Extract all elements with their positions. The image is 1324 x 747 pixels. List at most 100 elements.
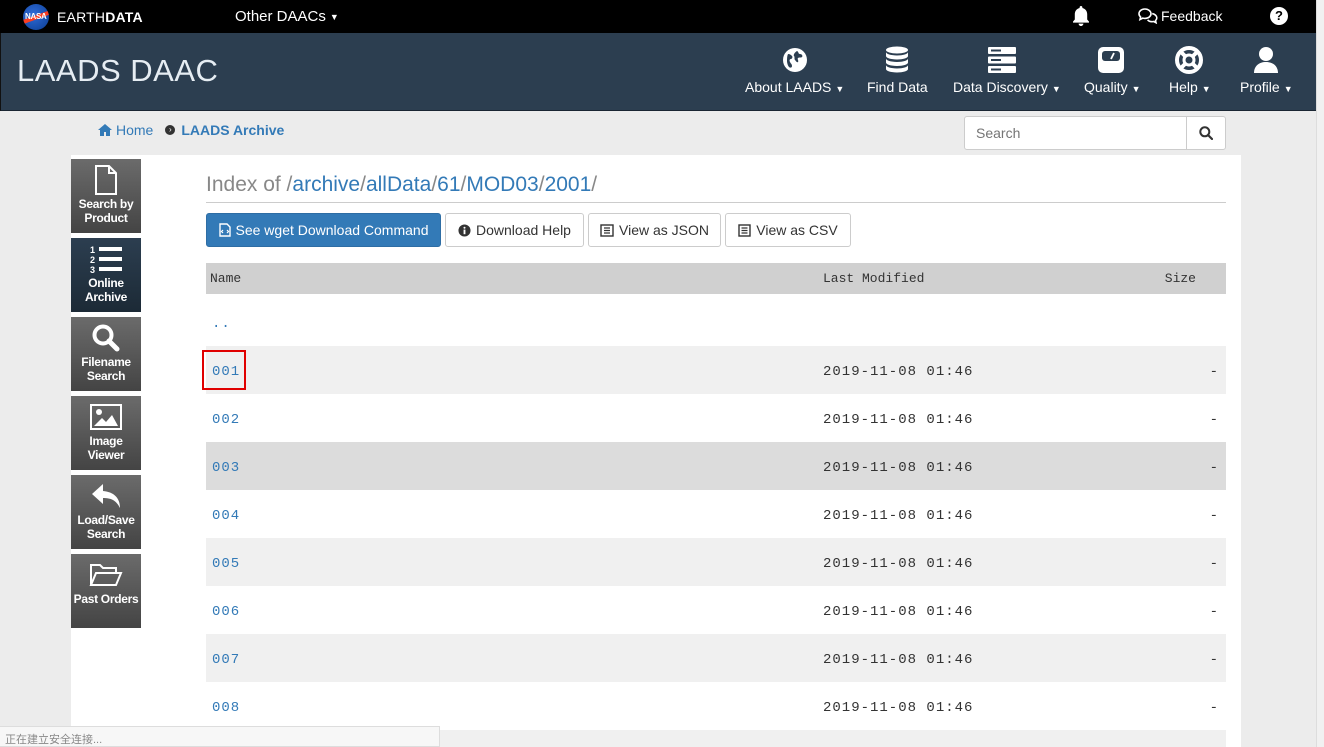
- dir-link-007[interactable]: 007: [212, 652, 240, 668]
- dir-link-003[interactable]: 003: [212, 460, 240, 476]
- dir-link-002[interactable]: 002: [212, 412, 240, 428]
- table-row: 002 2019-11-08 01:46 -: [206, 394, 1226, 442]
- last-modified: 2019-11-08 01:46: [823, 556, 974, 572]
- file-icon: [95, 165, 117, 195]
- path-61[interactable]: 61: [437, 173, 460, 196]
- page-scrollbar[interactable]: [1316, 0, 1324, 747]
- path-2001[interactable]: 2001: [545, 173, 592, 196]
- database-icon: [886, 46, 909, 73]
- table-row: 001 2019-11-08 01:46 -: [206, 346, 1226, 394]
- svg-text:1: 1: [90, 245, 95, 255]
- path-alldata[interactable]: allData: [366, 173, 431, 196]
- path-mod03[interactable]: MOD03: [466, 173, 538, 196]
- last-modified: 2019-11-08 01:46: [823, 460, 974, 476]
- sidetool-filename-search[interactable]: Filename Search: [71, 317, 141, 391]
- file-code-icon: [218, 223, 231, 237]
- earthdata-logo[interactable]: NASA EARTHDATA: [23, 4, 143, 30]
- home-icon: [98, 124, 112, 136]
- dir-link-005[interactable]: 005: [212, 556, 240, 572]
- breadcrumb-current[interactable]: LAADS Archive: [181, 122, 284, 138]
- search-icon: [1199, 126, 1213, 140]
- sidetool-online-archive[interactable]: 123 Online Archive: [71, 238, 141, 312]
- size: -: [1209, 700, 1218, 716]
- reply-icon: [92, 484, 120, 508]
- download-help-button[interactable]: Download Help: [445, 213, 584, 247]
- size: -: [1209, 604, 1218, 620]
- comments-icon: [1138, 8, 1158, 24]
- search-button[interactable]: [1186, 117, 1225, 149]
- last-modified: 2019-11-08 01:46: [823, 412, 974, 428]
- info-circle-icon: [458, 223, 471, 237]
- size: -: [1209, 508, 1218, 524]
- globe-icon: [782, 48, 807, 72]
- sidetool-image-viewer[interactable]: Image Viewer: [71, 396, 141, 470]
- last-modified: 2019-11-08 01:46: [823, 652, 974, 668]
- chevron-right-icon: ›: [165, 125, 176, 135]
- size: -: [1209, 412, 1218, 428]
- size: -: [1209, 652, 1218, 668]
- table-row: 007 2019-11-08 01:46 -: [206, 634, 1226, 682]
- dir-link-008[interactable]: 008: [212, 700, 240, 716]
- feedback-link[interactable]: Feedback: [1138, 8, 1222, 24]
- target-highlight-box: [202, 350, 246, 390]
- image-icon: [90, 404, 122, 430]
- nav-about-laads[interactable]: About LAADS ▼: [745, 45, 844, 95]
- column-name[interactable]: Name: [210, 271, 241, 286]
- table-row: 003 2019-11-08 01:46 -: [206, 442, 1226, 490]
- svg-text:2: 2: [90, 255, 95, 265]
- parent-directory-link[interactable]: ..: [212, 316, 231, 332]
- server-icon: [988, 47, 1016, 73]
- nav-profile[interactable]: Profile ▼: [1240, 45, 1293, 95]
- breadcrumb: Home › LAADS Archive: [98, 122, 284, 138]
- last-modified: 2019-11-08 01:46: [823, 604, 974, 620]
- wget-command-button[interactable]: See wget Download Command: [206, 213, 441, 247]
- folder-open-icon: [89, 564, 123, 586]
- list-alt-icon: [738, 223, 751, 237]
- table-row: 006 2019-11-08 01:46 -: [206, 586, 1226, 634]
- json-icon: [600, 223, 614, 237]
- table-header: Name Last Modified Size: [206, 263, 1226, 294]
- last-modified: 2019-11-08 01:46: [823, 508, 974, 524]
- nav-find-data[interactable]: Find Data: [867, 45, 928, 95]
- path-archive[interactable]: archive: [292, 173, 360, 196]
- sidetool-past-orders[interactable]: Past Orders: [71, 554, 141, 628]
- site-search: [964, 116, 1226, 150]
- site-brand[interactable]: LAADS DAAC: [17, 53, 218, 89]
- search-icon: [92, 324, 120, 352]
- last-modified: 2019-11-08 01:46: [823, 700, 974, 716]
- size: -: [1209, 556, 1218, 572]
- title-divider: [206, 202, 1226, 203]
- ordered-list-icon: 123: [90, 245, 122, 274]
- user-icon: [1254, 47, 1278, 73]
- scale-icon: [1098, 47, 1124, 73]
- earthdata-topbar: NASA EARTHDATA Other DAACs ▼ Feedback ?: [0, 0, 1316, 33]
- nasa-logo-text: NASA: [25, 12, 47, 21]
- lifebuoy-icon: [1175, 46, 1203, 74]
- nav-data-discovery[interactable]: Data Discovery ▼: [953, 45, 1061, 95]
- table-row: 008 2019-11-08 01:46 -: [206, 682, 1226, 730]
- nasa-logo-icon: NASA: [23, 4, 49, 30]
- other-daacs-menu[interactable]: Other DAACs ▼: [235, 8, 339, 25]
- breadcrumb-home[interactable]: Home: [98, 122, 153, 138]
- last-modified: 2019-11-08 01:46: [823, 364, 974, 380]
- sidetool-search-by-product[interactable]: Search by Product: [71, 159, 141, 233]
- caret-down-icon: ▼: [329, 12, 339, 23]
- index-title: Index of /archive/allData/61/MOD03/2001/: [206, 173, 598, 196]
- bell-icon[interactable]: [1071, 5, 1091, 27]
- column-size[interactable]: Size: [1165, 271, 1196, 286]
- nav-quality[interactable]: Quality ▼: [1084, 45, 1141, 95]
- size: -: [1209, 460, 1218, 476]
- view-json-button[interactable]: View as JSON: [588, 213, 721, 247]
- dir-link-004[interactable]: 004: [212, 508, 240, 524]
- browser-status-bar: 正在建立安全连接...: [0, 726, 440, 747]
- table-row: 005 2019-11-08 01:46 -: [206, 538, 1226, 586]
- dir-link-006[interactable]: 006: [212, 604, 240, 620]
- help-question-icon[interactable]: ?: [1270, 7, 1288, 25]
- nav-help[interactable]: Help ▼: [1169, 45, 1211, 95]
- earthdata-wordmark: EARTHDATA: [57, 9, 143, 25]
- search-input[interactable]: [965, 117, 1186, 149]
- size: -: [1209, 364, 1218, 380]
- view-csv-button[interactable]: View as CSV: [725, 213, 851, 247]
- column-last-modified[interactable]: Last Modified: [823, 271, 924, 286]
- sidetool-load-save-search[interactable]: Load/Save Search: [71, 475, 141, 549]
